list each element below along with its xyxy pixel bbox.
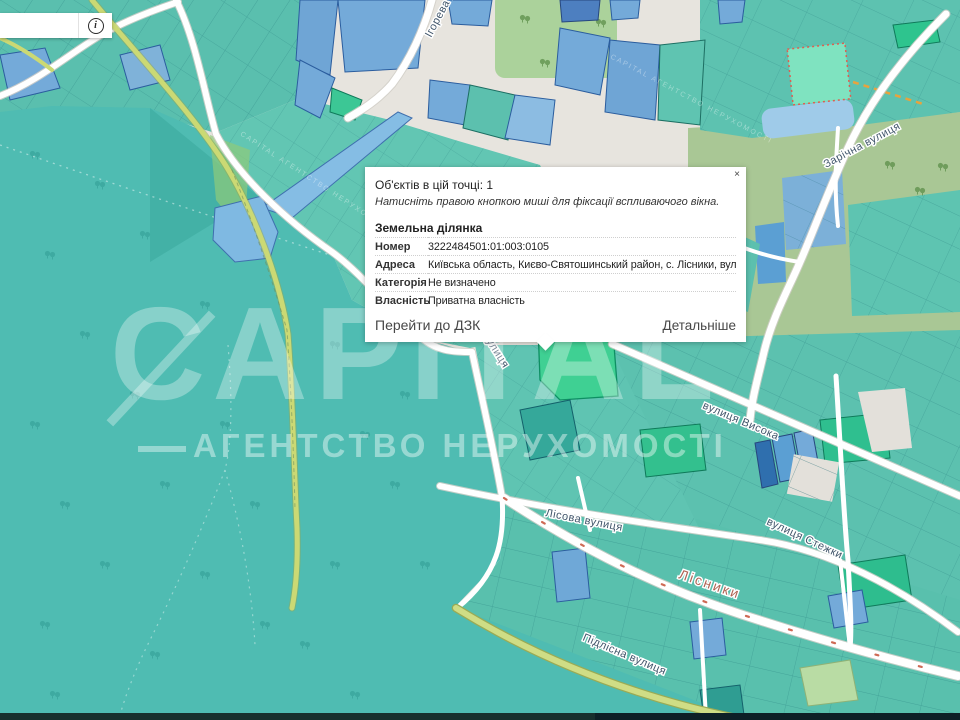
field-value: Київська область, Києво-Святошинський ра… [428, 256, 736, 274]
field-label: Категорія [375, 274, 428, 292]
table-row: Номер 3222484501:01:003:0105 [375, 238, 736, 256]
table-row: Адреса Київська область, Києво-Святошинс… [375, 256, 736, 274]
info-button[interactable]: i [79, 13, 112, 38]
search-bar[interactable]: i [0, 13, 112, 38]
field-label: Власність [375, 292, 428, 310]
field-value: Не визначено [428, 274, 736, 292]
field-value: 3222484501:01:003:0105 [428, 238, 736, 256]
parcel-attributes-table: Номер 3222484501:01:003:0105 Адреса Київ… [375, 237, 736, 309]
map-canvas[interactable]: Ігорева вулиця Зарічна вулиця вулиця вул… [0, 0, 960, 720]
popup-section-title: Земельна ділянка [375, 221, 736, 235]
field-value: Приватна власність [428, 292, 736, 310]
table-row: Власність Приватна власність [375, 292, 736, 310]
search-input[interactable] [0, 13, 78, 38]
bottom-bar [0, 713, 960, 720]
field-label: Номер [375, 238, 428, 256]
popup-title: Об'єктів в цій точці: 1 [375, 178, 736, 192]
details-link[interactable]: Детальніше [663, 318, 736, 333]
field-label: Адреса [375, 256, 428, 274]
close-icon[interactable]: × [734, 170, 740, 180]
popup-actions: Перейти до ДЗК Детальніше [375, 317, 736, 333]
parcel-popup: × Об'єктів в цій точці: 1 Натисніть прав… [365, 167, 746, 342]
goto-dzk-link[interactable]: Перейти до ДЗК [375, 317, 480, 333]
info-icon: i [88, 18, 104, 34]
table-row: Категорія Не визначено [375, 274, 736, 292]
map-viewport[interactable]: Ігорева вулиця Зарічна вулиця вулиця вул… [0, 0, 960, 720]
popup-hint: Натисніть правою кнопкою миші для фіксац… [375, 196, 736, 208]
